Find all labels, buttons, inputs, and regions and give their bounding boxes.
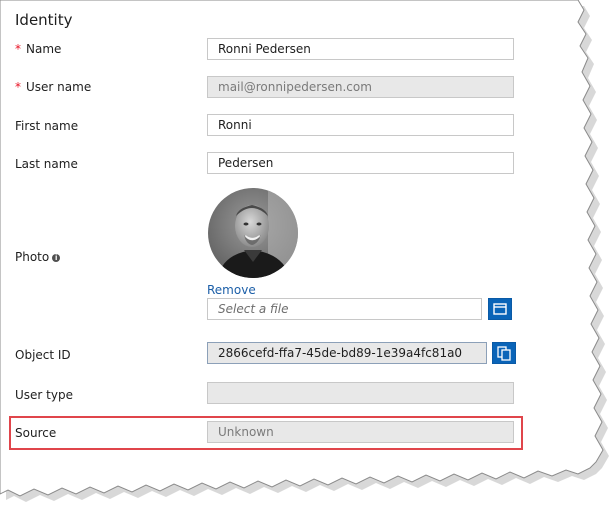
name-input[interactable]: Ronni Pedersen [207,38,514,60]
user-name-label-text: User name [26,80,92,94]
name-label-text: Name [26,42,62,56]
object-id-label: Object ID [15,348,71,362]
remove-photo-link[interactable]: Remove [207,283,256,297]
last-name-label: Last name [15,157,78,171]
user-name-label: * User name [15,80,91,94]
user-name-input[interactable]: mail@ronnipedersen.com [207,76,514,98]
first-name-input[interactable]: Ronni [207,114,514,136]
photo-label: Photo i [15,250,61,264]
source-label: Source [15,426,57,440]
section-heading: Identity [15,11,73,29]
photo-label-text: Photo [15,250,50,264]
copy-object-id-button[interactable] [492,342,516,364]
last-name-input[interactable]: Pedersen [207,152,514,174]
folder-icon [493,303,507,315]
info-icon[interactable]: i [52,254,61,262]
source-input[interactable]: Unknown [207,421,514,443]
object-id-input[interactable]: 2866cefd-ffa7-45de-bd89-1e39a4fc81a0 [207,342,487,364]
required-marker: * [15,80,21,94]
user-type-input[interactable] [207,382,514,404]
profile-photo-image [208,188,298,278]
name-label: * Name [15,42,61,56]
required-marker: * [15,42,21,56]
profile-photo [208,188,298,278]
user-type-label: User type [15,388,73,402]
select-file-input[interactable]: Select a file [207,298,482,320]
first-name-label: First name [15,119,79,133]
browse-file-button[interactable] [488,298,512,320]
copy-icon [497,346,511,361]
